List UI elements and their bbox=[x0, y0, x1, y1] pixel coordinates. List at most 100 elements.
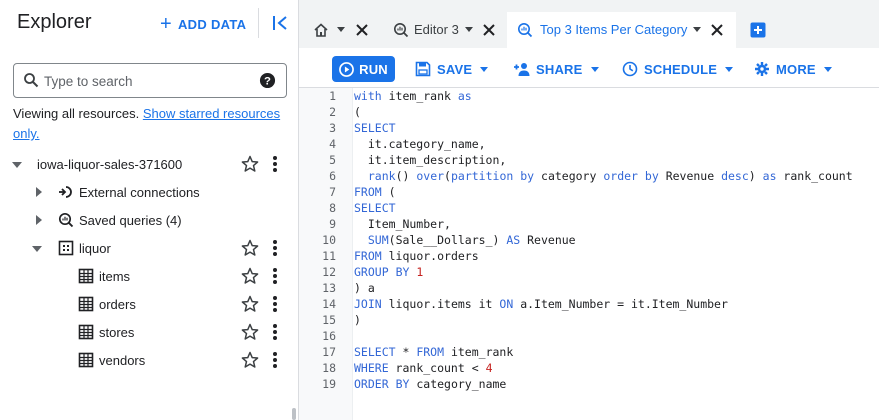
caret-right-icon[interactable] bbox=[34, 215, 44, 225]
clock-icon bbox=[622, 61, 638, 77]
tree-item-label: vendors bbox=[99, 353, 146, 368]
tree-item-label: items bbox=[99, 269, 131, 284]
tree-item-table-vendors[interactable]: vendors bbox=[0, 346, 298, 374]
tree-item-label: Saved queries (4) bbox=[79, 213, 182, 228]
close-icon[interactable] bbox=[482, 23, 496, 37]
explorer-panel: Explorer + ADD DATA ? Viewing all resour… bbox=[0, 0, 298, 420]
code-line: ORDER BY category_name bbox=[354, 377, 507, 391]
caret-down-icon[interactable] bbox=[32, 244, 42, 254]
star-icon[interactable] bbox=[241, 351, 259, 369]
line-number: 15 bbox=[322, 313, 336, 327]
new-tab-icon[interactable] bbox=[750, 22, 766, 38]
dropdown-icon[interactable] bbox=[693, 27, 701, 32]
code-line: FROM ( bbox=[354, 185, 396, 199]
tree-item-label: orders bbox=[99, 297, 136, 312]
more-button[interactable]: MORE bbox=[754, 56, 832, 82]
tree-item-saved-queries[interactable]: Saved queries (4) bbox=[0, 206, 298, 234]
share-label: SHARE bbox=[536, 61, 583, 77]
code-line: it.item_description, bbox=[354, 153, 507, 167]
line-number: 13 bbox=[322, 281, 336, 295]
query-icon bbox=[518, 23, 533, 38]
code-line: GROUP BY 1 bbox=[354, 265, 424, 279]
star-icon[interactable] bbox=[241, 267, 259, 285]
schedule-button[interactable]: SCHEDULE bbox=[622, 56, 734, 82]
dropdown-icon[interactable] bbox=[337, 27, 345, 32]
star-icon[interactable] bbox=[241, 155, 259, 173]
schedule-label: SCHEDULE bbox=[644, 61, 718, 77]
external-connections-icon bbox=[59, 186, 72, 198]
star-icon[interactable] bbox=[241, 323, 259, 341]
tab-top-3-items-per-category[interactable]: Top 3 Items Per Category bbox=[507, 12, 736, 48]
dataset-icon bbox=[58, 240, 74, 256]
more-vert-icon[interactable] bbox=[268, 155, 282, 173]
more-vert-icon[interactable] bbox=[268, 239, 282, 257]
more-vert-icon[interactable] bbox=[268, 351, 282, 369]
plus-icon: + bbox=[160, 13, 172, 35]
add-data-button[interactable]: + ADD DATA bbox=[160, 14, 246, 34]
dropdown-icon[interactable] bbox=[465, 27, 473, 32]
line-number: 18 bbox=[322, 361, 336, 375]
more-vert-icon[interactable] bbox=[268, 267, 282, 285]
code-line: SUM(Sale__Dollars_) AS Revenue bbox=[367, 233, 576, 247]
line-number: 6 bbox=[329, 169, 336, 183]
tab-label: Top 3 Items Per Category bbox=[540, 22, 688, 37]
more-vert-icon[interactable] bbox=[268, 295, 282, 313]
code-line: it.category_name, bbox=[354, 137, 486, 151]
line-number: 10 bbox=[322, 233, 336, 247]
line-number: 3 bbox=[329, 121, 336, 135]
close-icon[interactable] bbox=[355, 23, 369, 37]
run-button[interactable]: RUN bbox=[332, 56, 395, 82]
home-icon bbox=[314, 23, 328, 37]
star-icon[interactable] bbox=[241, 239, 259, 257]
sql-editor[interactable]: 1 2 3 4 5 6 7 8 9 10 11 12 13 14 15 16 17 18 19 with item_… bbox=[299, 88, 879, 420]
star-icon[interactable] bbox=[241, 295, 259, 313]
share-button[interactable]: SHARE bbox=[513, 56, 599, 82]
code-line: Item_Number, bbox=[354, 217, 451, 231]
line-number: 4 bbox=[329, 137, 336, 151]
caret-down-icon[interactable] bbox=[12, 160, 22, 170]
play-icon bbox=[339, 61, 355, 77]
table-icon bbox=[78, 268, 94, 284]
explorer-scrollbar[interactable] bbox=[292, 408, 296, 420]
line-number: 9 bbox=[329, 217, 336, 231]
explorer-header: Explorer + ADD DATA bbox=[0, 0, 298, 48]
tab-bar: Editor 3 Top 3 Items Per Category bbox=[299, 0, 879, 48]
save-label: SAVE bbox=[437, 61, 473, 77]
search-icon bbox=[24, 73, 39, 88]
code-line: ( bbox=[354, 105, 361, 119]
tree-item-project[interactable]: iowa-liquor-sales-371600 bbox=[0, 150, 298, 178]
tree-item-table-items[interactable]: items bbox=[0, 262, 298, 290]
tree-item-label: iowa-liquor-sales-371600 bbox=[37, 157, 183, 172]
close-icon[interactable] bbox=[710, 23, 724, 37]
viewing-label: Viewing all resources. bbox=[13, 106, 140, 121]
query-icon bbox=[394, 23, 409, 38]
tree-item-dataset-liquor[interactable]: liquor bbox=[0, 234, 298, 262]
gear-icon bbox=[755, 62, 769, 76]
code-line: rank() over(partition by category order … bbox=[367, 169, 853, 183]
line-number: 19 bbox=[322, 377, 336, 391]
line-number: 14 bbox=[322, 297, 336, 311]
code-line: with item_rank as bbox=[354, 89, 472, 103]
code-line: SELECT bbox=[354, 121, 396, 135]
tree-item-external-connections[interactable]: External connections bbox=[0, 178, 298, 206]
viewing-resources-text: Viewing all resources. Show starred reso… bbox=[13, 104, 293, 144]
search-box: ? bbox=[13, 63, 287, 98]
search-input[interactable] bbox=[44, 70, 254, 92]
save-button[interactable]: SAVE bbox=[415, 56, 489, 82]
code-line: SELECT * FROM item_rank bbox=[354, 345, 514, 359]
more-vert-icon[interactable] bbox=[268, 323, 282, 341]
tab-label: Editor 3 bbox=[414, 22, 459, 37]
caret-right-icon[interactable] bbox=[34, 187, 44, 197]
line-number-gutter: 1 2 3 4 5 6 7 8 9 10 11 12 13 14 15 16 17 18 19 bbox=[299, 88, 353, 420]
tree-item-label: External connections bbox=[79, 185, 200, 200]
tab-editor-3[interactable]: Editor 3 bbox=[385, 12, 503, 48]
tree-item-table-orders[interactable]: orders bbox=[0, 290, 298, 318]
chevron-down-icon bbox=[590, 66, 599, 72]
collapse-panel-icon[interactable] bbox=[270, 13, 290, 33]
tab-home[interactable] bbox=[299, 12, 377, 48]
chevron-down-icon bbox=[480, 66, 489, 72]
help-icon[interactable]: ? bbox=[259, 72, 276, 89]
tree-item-table-stores[interactable]: stores bbox=[0, 318, 298, 346]
explorer-title: Explorer bbox=[17, 11, 92, 33]
code-line: ) a bbox=[354, 281, 375, 295]
